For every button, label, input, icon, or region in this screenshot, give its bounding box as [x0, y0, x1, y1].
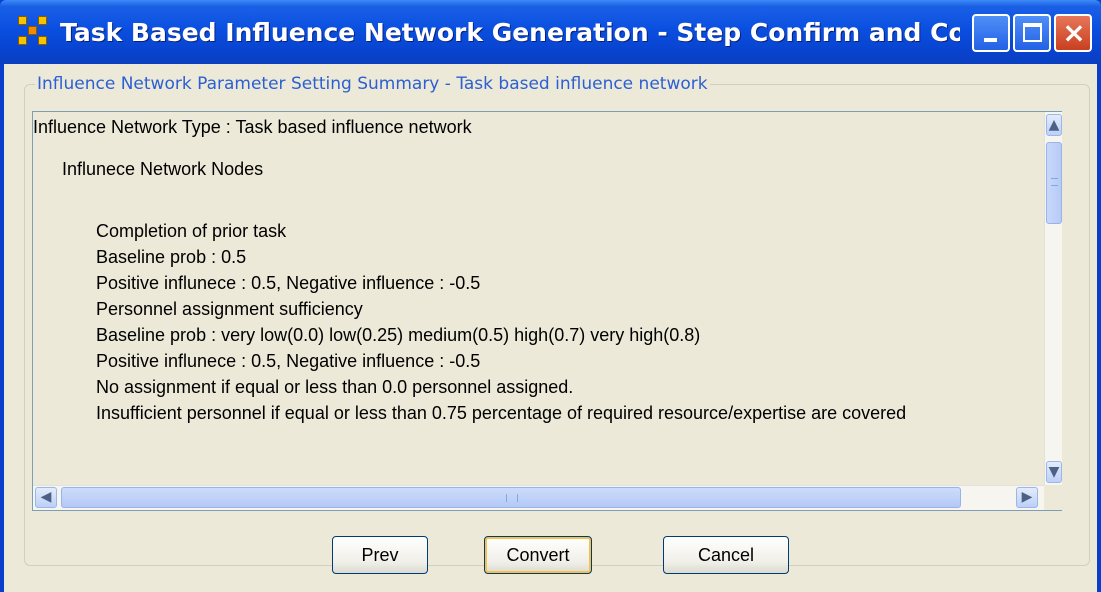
horizontal-scrollbar[interactable]: ◀ ▶: [33, 485, 1044, 510]
scroll-left-button[interactable]: ◀: [35, 487, 57, 508]
scroll-corner: [1044, 485, 1062, 510]
maximize-icon: [1023, 23, 1042, 42]
grip-icon: [506, 494, 518, 502]
summary-line: Influnece Network Nodes: [62, 159, 264, 179]
summary-line: Personnel assignment sufficiency: [96, 299, 363, 319]
summary-text-area[interactable]: Influence Network Type : Task based infl…: [33, 112, 1044, 485]
scroll-down-button[interactable]: ▼: [1046, 461, 1062, 483]
summary-group-title: Influence Network Parameter Setting Summ…: [37, 74, 708, 94]
summary-line: Influence Network Type : Task based infl…: [33, 117, 472, 137]
summary-scroll-pane[interactable]: Influence Network Type : Task based infl…: [32, 111, 1062, 511]
dialog-window: Task Based Influence Network Generation …: [0, 0, 1101, 592]
app-icon: [18, 16, 48, 46]
vertical-scroll-thumb[interactable]: [1046, 142, 1062, 224]
convert-button[interactable]: Convert: [484, 536, 592, 574]
scroll-right-button[interactable]: ▶: [1016, 487, 1038, 508]
vertical-scrollbar[interactable]: ▲ ▼: [1044, 112, 1062, 485]
chevron-left-icon: ◀: [40, 489, 52, 505]
chevron-right-icon: ▶: [1021, 489, 1033, 505]
close-button[interactable]: ×: [1054, 14, 1092, 52]
window-title: Task Based Influence Network Generation …: [60, 18, 960, 47]
grip-icon: [1051, 178, 1058, 186]
minimize-icon: [984, 38, 997, 42]
chevron-down-icon: ▼: [1048, 464, 1060, 480]
maximize-button[interactable]: [1013, 14, 1051, 52]
close-icon: ×: [1062, 16, 1086, 49]
summary-line: Insufficient personnel if equal or less …: [96, 403, 907, 423]
chevron-up-icon: ▲: [1048, 117, 1060, 133]
minimize-button[interactable]: [972, 14, 1010, 52]
horizontal-scroll-thumb[interactable]: [61, 487, 961, 508]
cancel-button[interactable]: Cancel: [663, 536, 789, 574]
dialog-body: Influence Network Parameter Setting Summ…: [4, 64, 1097, 592]
title-bar[interactable]: Task Based Influence Network Generation …: [0, 0, 1101, 64]
summary-line: No assignment if equal or less than 0.0 …: [96, 377, 574, 397]
summary-line: Completion of prior task: [96, 221, 287, 241]
prev-button[interactable]: Prev: [332, 536, 428, 574]
scroll-up-button[interactable]: ▲: [1046, 114, 1062, 136]
summary-line: Baseline prob : 0.5: [96, 247, 247, 267]
summary-line: Positive influnece : 0.5, Negative influ…: [96, 351, 481, 371]
summary-line: Positive influnece : 0.5, Negative influ…: [96, 273, 481, 293]
summary-line: Baseline prob : very low(0.0) low(0.25) …: [96, 325, 701, 345]
